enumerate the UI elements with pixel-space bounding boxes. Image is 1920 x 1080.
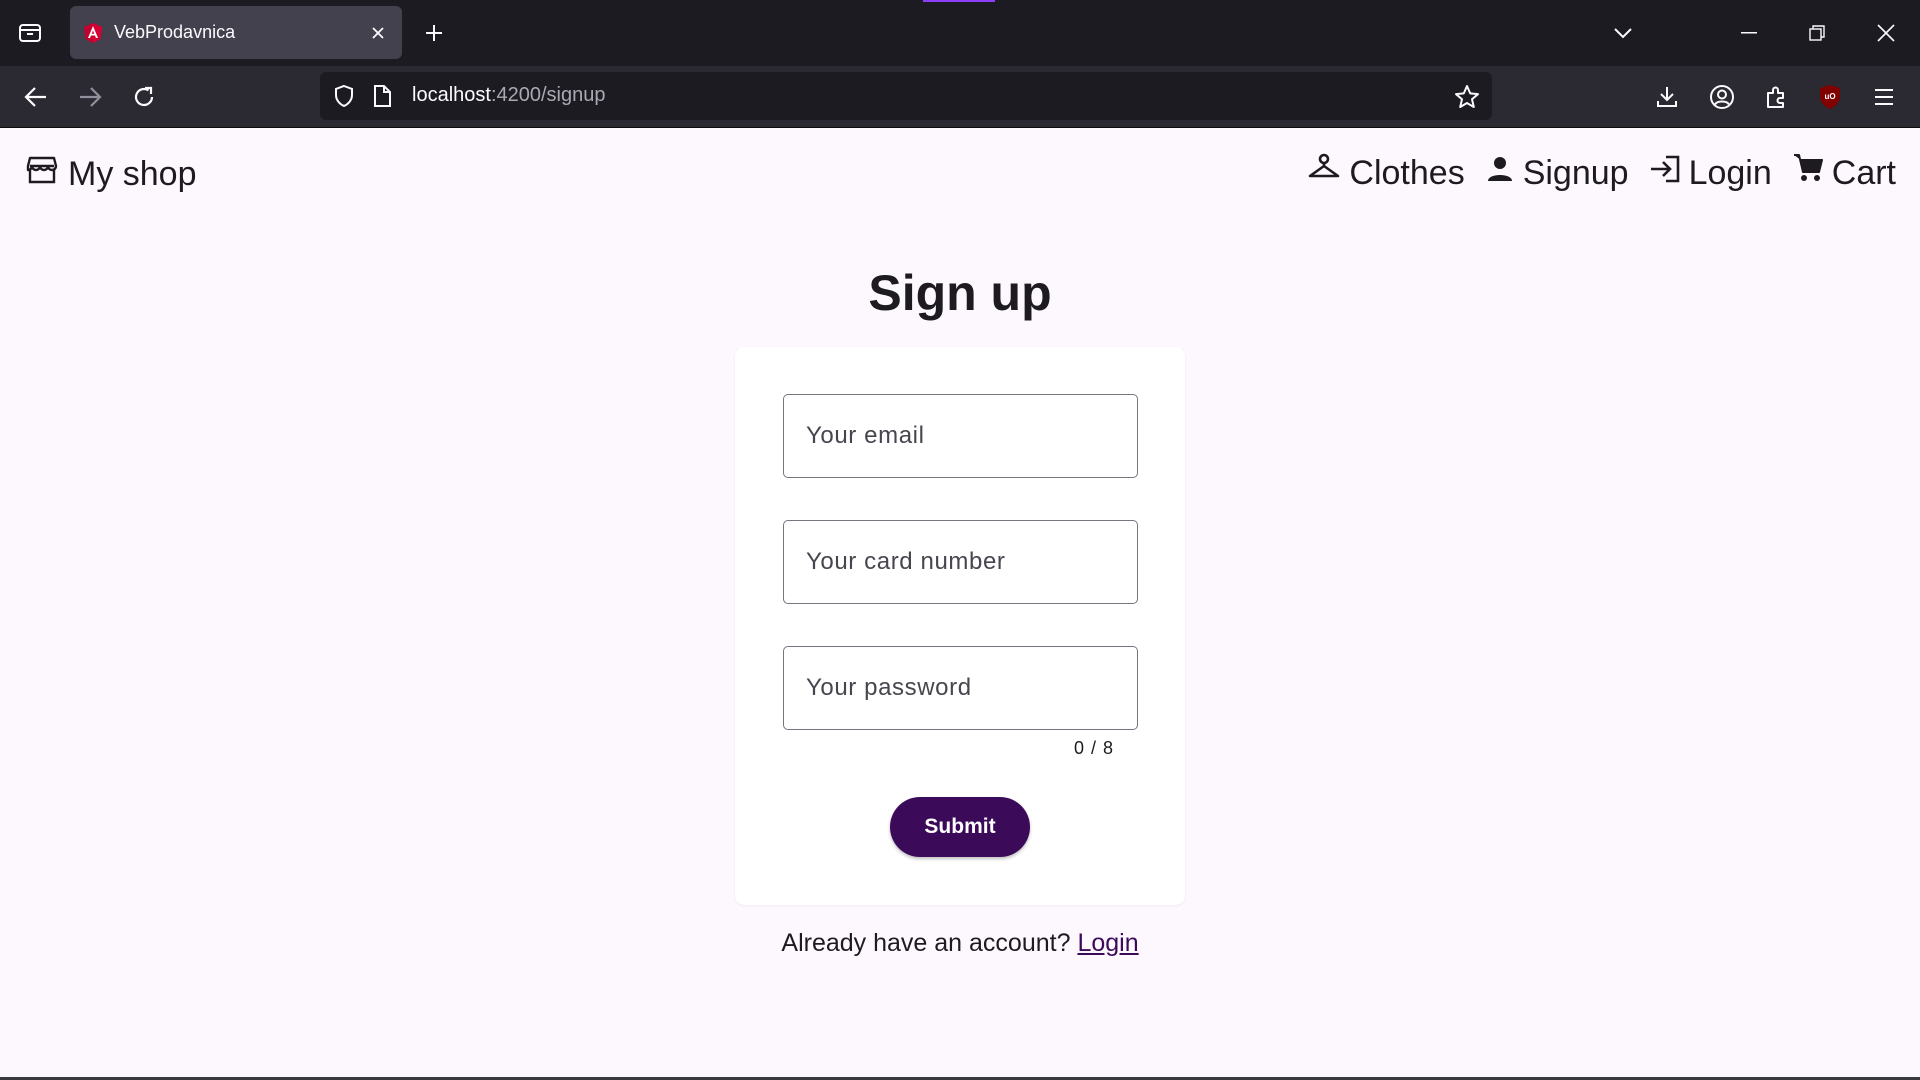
nav-cart-label: Cart xyxy=(1831,154,1896,192)
nav-signup-label: Signup xyxy=(1522,154,1629,192)
password-char-counter: 0 / 8 xyxy=(1073,738,1114,758)
tab-close-icon[interactable] xyxy=(366,21,390,45)
cart-icon xyxy=(1792,154,1832,193)
brand-name: My shop xyxy=(68,155,197,193)
nav-login[interactable]: Login xyxy=(1649,154,1772,193)
browser-tab-bar: VebProdavnica xyxy=(0,0,1920,66)
reload-icon[interactable] xyxy=(124,77,164,117)
tab-overflow-chevron-icon[interactable] xyxy=(1605,16,1641,50)
nav-clothes-label: Clothes xyxy=(1349,154,1465,192)
storefront-icon xyxy=(26,154,68,195)
email-input[interactable] xyxy=(784,395,1137,477)
forward-arrow-icon[interactable] xyxy=(70,77,110,117)
person-icon xyxy=(1485,154,1523,193)
nav-login-label: Login xyxy=(1688,154,1772,192)
page-info-icon[interactable] xyxy=(372,84,392,113)
new-tab-icon[interactable] xyxy=(418,17,450,49)
login-link[interactable]: Login xyxy=(1077,929,1138,957)
svg-text:uO: uO xyxy=(1824,92,1835,101)
brand[interactable]: My shop xyxy=(26,154,197,195)
app-header: My shop Clothes Signup Login Cart xyxy=(0,128,1920,222)
submit-button[interactable]: Submit xyxy=(890,797,1030,857)
email-field-wrapper xyxy=(783,394,1138,478)
extensions-icon[interactable] xyxy=(1756,77,1796,117)
signup-card: 0 / 8 Submit xyxy=(735,347,1185,905)
url-text[interactable]: localhost:4200/signup xyxy=(412,84,605,107)
main-nav: Clothes Signup Login Cart xyxy=(1307,153,1896,193)
tracking-shield-icon[interactable] xyxy=(332,84,356,113)
account-icon[interactable] xyxy=(1702,77,1742,117)
tab-title: VebProdavnica xyxy=(114,22,236,42)
restore-icon[interactable] xyxy=(1799,16,1835,50)
url-path: :4200/signup xyxy=(490,84,606,106)
nav-signup[interactable]: Signup xyxy=(1485,154,1629,193)
active-tab[interactable]: VebProdavnica xyxy=(70,6,402,59)
hamburger-menu-icon[interactable] xyxy=(1864,77,1904,117)
url-bar[interactable]: localhost:4200/signup xyxy=(320,72,1492,120)
login-icon xyxy=(1649,154,1689,193)
card-number-input[interactable] xyxy=(784,521,1137,603)
login-prompt-text: Already have an account? xyxy=(781,929,1071,957)
tab-list-icon[interactable] xyxy=(12,17,48,49)
downloads-icon[interactable] xyxy=(1647,77,1687,117)
window-close-icon[interactable] xyxy=(1868,16,1904,50)
back-arrow-icon[interactable] xyxy=(16,77,56,117)
url-host: localhost xyxy=(412,84,491,106)
password-field-wrapper xyxy=(783,646,1138,730)
browser-toolbar: localhost:4200/signup uO xyxy=(0,66,1920,127)
hanger-icon xyxy=(1307,153,1349,193)
tab-loading-indicator xyxy=(923,0,995,2)
ublock-origin-icon[interactable]: uO xyxy=(1810,77,1850,117)
nav-clothes[interactable]: Clothes xyxy=(1307,153,1465,193)
angular-favicon-icon xyxy=(82,22,104,44)
login-prompt: Already have an account? Login xyxy=(0,929,1920,958)
nav-cart[interactable]: Cart xyxy=(1792,154,1896,193)
password-input[interactable] xyxy=(784,647,1137,729)
page-title: Sign up xyxy=(868,265,1052,321)
bookmark-star-icon[interactable] xyxy=(1454,84,1480,115)
card-number-field-wrapper xyxy=(783,520,1138,604)
minimize-icon[interactable] xyxy=(1731,16,1767,50)
